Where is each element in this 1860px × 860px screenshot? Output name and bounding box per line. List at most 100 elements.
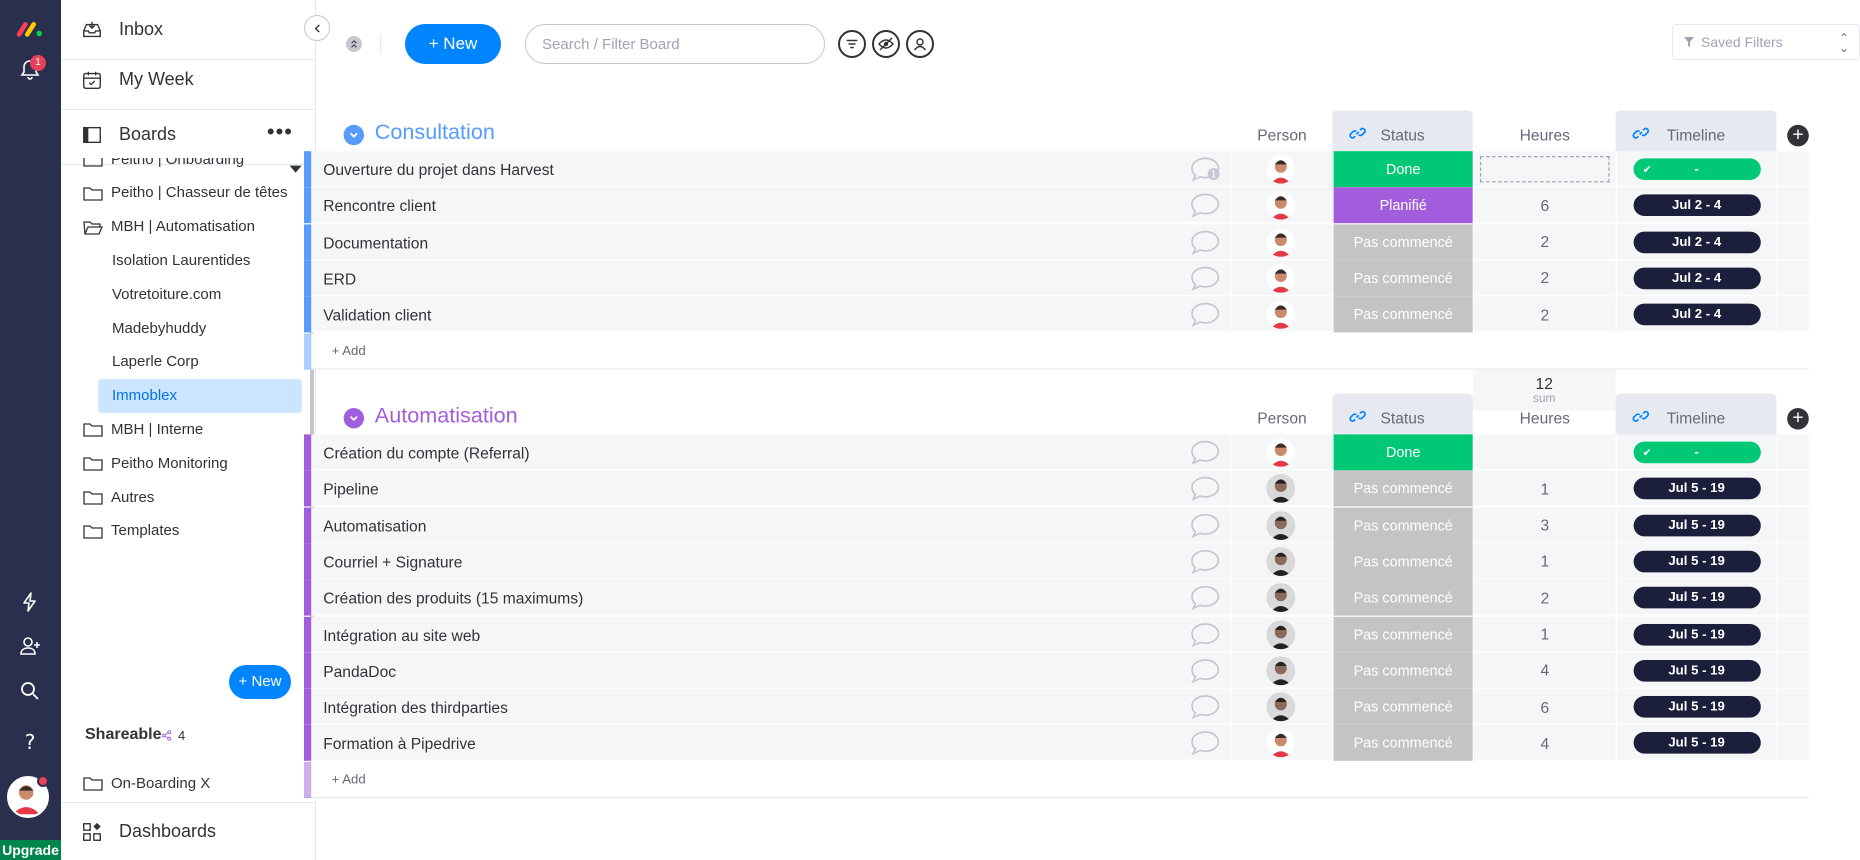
- group-title[interactable]: Consultation: [375, 120, 495, 145]
- heures-cell[interactable]: 6: [1472, 688, 1616, 725]
- heures-cell[interactable]: 1: [1472, 543, 1616, 580]
- item-name[interactable]: Création du compte (Referral): [323, 444, 529, 462]
- row-expand-arrow-icon[interactable]: [289, 165, 302, 173]
- timeline-cell[interactable]: Jul 5 - 19: [1615, 507, 1777, 544]
- timeline-cell[interactable]: Jul 2 - 4: [1615, 187, 1777, 224]
- table-row[interactable]: Création des produits (15 maximums) Pas c…: [304, 579, 1809, 616]
- status-cell[interactable]: Pas commencé: [1332, 688, 1473, 725]
- person-filter-icon[interactable]: [906, 30, 934, 58]
- table-row[interactable]: Documentation Pas commencé 2 Jul 2 - 4: [304, 223, 1809, 260]
- heures-cell[interactable]: [1472, 151, 1616, 188]
- collapse-nav-button[interactable]: [304, 15, 330, 41]
- item-name[interactable]: PandaDoc: [323, 662, 396, 680]
- new-board-button[interactable]: + New: [229, 665, 291, 699]
- item-name[interactable]: Formation à Pipedrive: [323, 735, 476, 753]
- updates-chat-icon[interactable]: [1190, 694, 1221, 720]
- help-icon[interactable]: ?: [14, 726, 46, 758]
- add-item-row[interactable]: + Add: [304, 333, 1809, 369]
- item-name[interactable]: Intégration au site web: [323, 626, 480, 644]
- person-cell[interactable]: [1230, 470, 1330, 507]
- collapse-header-button[interactable]: [346, 36, 362, 52]
- person-cell[interactable]: [1230, 725, 1330, 762]
- item-name[interactable]: Documentation: [323, 234, 428, 252]
- board-item-isolation-laurentides[interactable]: Isolation Laurentides: [61, 243, 315, 277]
- timeline-cell[interactable]: Jul 2 - 4: [1615, 223, 1777, 260]
- item-name[interactable]: Ouverture du projet dans Harvest: [323, 161, 554, 179]
- saved-filters-dropdown[interactable]: Saved Filters ⌃ ⌄: [1672, 24, 1860, 60]
- heures-cell[interactable]: 2: [1472, 579, 1616, 616]
- status-cell[interactable]: Planifié: [1332, 187, 1473, 224]
- heures-cell[interactable]: 4: [1472, 725, 1616, 762]
- timeline-cell[interactable]: Jul 5 - 19: [1615, 616, 1777, 653]
- item-name[interactable]: Courriel + Signature: [323, 553, 462, 571]
- item-name[interactable]: Intégration des thirdparties: [323, 699, 508, 717]
- item-name[interactable]: ERD: [323, 270, 356, 288]
- table-row[interactable]: Validation client Pas commencé 2 Jul 2 - 4: [304, 296, 1809, 333]
- status-cell[interactable]: Pas commencé: [1332, 507, 1473, 544]
- group-collapse-chevron-icon[interactable]: [343, 124, 364, 146]
- person-cell[interactable]: [1230, 151, 1330, 188]
- heures-empty-input[interactable]: [1480, 156, 1610, 183]
- status-cell[interactable]: Pas commencé: [1332, 725, 1473, 762]
- updates-chat-icon[interactable]: [1190, 265, 1221, 291]
- add-column-plus-icon[interactable]: +: [1787, 408, 1809, 430]
- board-item-peitho-chasseur-de-t-tes[interactable]: Peitho | Chasseur de têtes: [61, 176, 315, 210]
- nav-boards[interactable]: Boards •••: [61, 105, 315, 165]
- board-item-votretoiture-com[interactable]: Votretoiture.com: [61, 277, 315, 311]
- person-cell[interactable]: [1230, 579, 1330, 616]
- item-name[interactable]: Validation client: [323, 306, 431, 324]
- heures-cell[interactable]: 1: [1472, 616, 1616, 653]
- timeline-cell[interactable]: Jul 5 - 19: [1615, 652, 1777, 689]
- board-item-laperle-corp[interactable]: Laperle Corp: [61, 345, 315, 379]
- updates-chat-icon[interactable]: [1190, 730, 1221, 756]
- timeline-cell[interactable]: ✔ -: [1615, 434, 1777, 471]
- board-item-madebyhuddy[interactable]: Madebyhuddy: [61, 311, 315, 345]
- table-row[interactable]: Création du compte (Referral) Done ✔ -: [304, 434, 1809, 471]
- table-row[interactable]: PandaDoc Pas commencé 4 Jul 5 - 19: [304, 652, 1809, 689]
- board-item-peitho-monitoring[interactable]: Peitho Monitoring: [61, 446, 315, 480]
- updates-chat-icon[interactable]: [1190, 585, 1221, 611]
- table-row[interactable]: Courriel + Signature Pas commencé 1 Jul 5 -…: [304, 543, 1809, 580]
- table-row[interactable]: ERD Pas commencé 2 Jul 2 - 4: [304, 260, 1809, 297]
- person-cell[interactable]: [1230, 616, 1330, 653]
- timeline-cell[interactable]: Jul 2 - 4: [1615, 260, 1777, 297]
- timeline-cell[interactable]: Jul 5 - 19: [1615, 688, 1777, 725]
- add-item-row[interactable]: + Add: [304, 761, 1809, 798]
- item-name[interactable]: Rencontre client: [323, 197, 436, 215]
- search-filter-input[interactable]: [525, 24, 825, 64]
- upgrade-button[interactable]: Upgrade: [0, 840, 61, 860]
- status-cell[interactable]: Done: [1332, 434, 1473, 471]
- person-cell[interactable]: [1230, 543, 1330, 580]
- person-cell[interactable]: [1230, 223, 1330, 260]
- person-cell[interactable]: [1230, 507, 1330, 544]
- new-item-button[interactable]: + New: [405, 24, 501, 64]
- item-name[interactable]: Création des produits (15 maximums): [323, 589, 583, 607]
- board-item-mbh-interne[interactable]: MBH | Interne: [61, 412, 315, 446]
- updates-chat-icon[interactable]: [1190, 301, 1221, 328]
- table-row[interactable]: Formation à Pipedrive Pas commencé 4 Jul 5 …: [304, 725, 1809, 762]
- updates-chat-icon[interactable]: [1190, 192, 1221, 219]
- automations-bolt-icon[interactable]: [14, 586, 46, 618]
- updates-chat-icon[interactable]: [1190, 621, 1221, 647]
- table-row[interactable]: Rencontre client Planifié 6 Jul 2 - 4: [304, 187, 1809, 224]
- heures-cell[interactable]: 2: [1472, 296, 1616, 333]
- timeline-cell[interactable]: Jul 5 - 19: [1615, 543, 1777, 580]
- board-item-peitho-onboarding[interactable]: Peitho | Onboarding: [61, 158, 315, 176]
- updates-chat-icon[interactable]: [1190, 439, 1221, 465]
- updates-chat-icon[interactable]: 1: [1190, 156, 1221, 182]
- heures-cell[interactable]: 1: [1472, 470, 1616, 507]
- person-cell[interactable]: [1230, 652, 1330, 689]
- updates-chat-icon[interactable]: [1190, 657, 1221, 684]
- heures-cell[interactable]: 6: [1472, 187, 1616, 224]
- status-cell[interactable]: Pas commencé: [1332, 579, 1473, 616]
- timeline-cell[interactable]: Jul 5 - 19: [1615, 725, 1777, 762]
- heures-cell[interactable]: 2: [1472, 260, 1616, 297]
- hide-columns-eye-icon[interactable]: [872, 30, 900, 58]
- board-item-onboarding-x[interactable]: On-Boarding X: [61, 763, 315, 803]
- notifications-bell-icon[interactable]: 1: [14, 54, 46, 86]
- item-name[interactable]: Pipeline: [323, 480, 379, 498]
- person-cell[interactable]: [1230, 187, 1330, 224]
- invite-user-icon[interactable]: [14, 630, 46, 662]
- status-cell[interactable]: Pas commencé: [1332, 616, 1473, 653]
- heures-cell[interactable]: 3: [1472, 507, 1616, 544]
